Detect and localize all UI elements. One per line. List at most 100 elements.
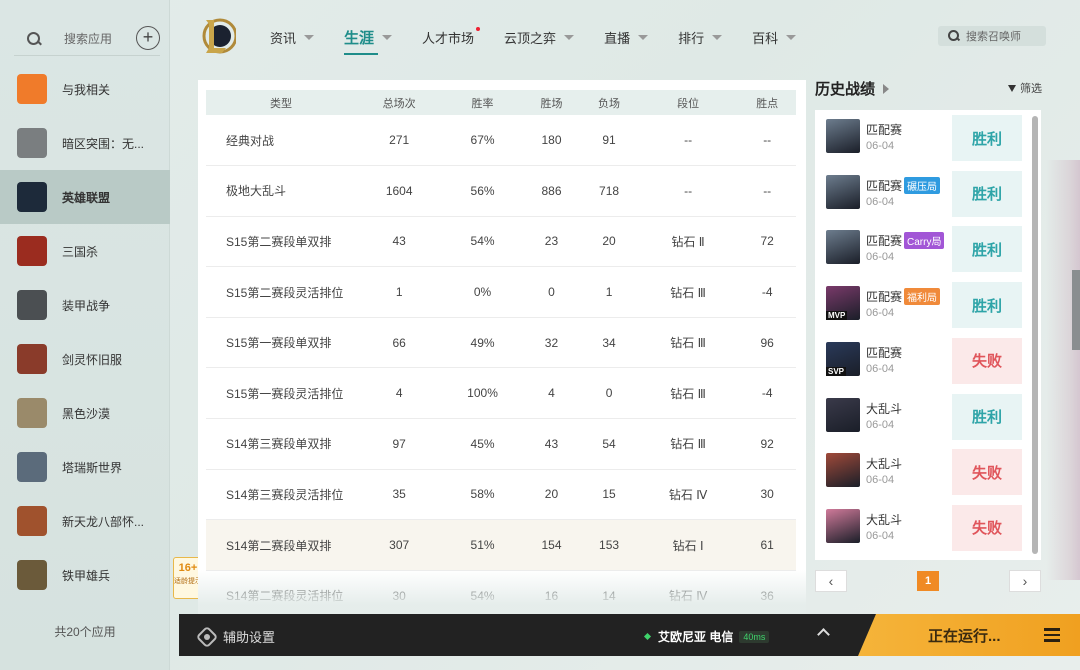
settings-icon xyxy=(195,625,219,648)
sidebar-item[interactable]: 塔瑞斯世界 xyxy=(0,440,170,494)
chevron-up-icon[interactable] xyxy=(817,628,830,641)
assist-settings-button[interactable]: 辅助设置 xyxy=(195,625,275,648)
champion-avatar xyxy=(826,453,860,488)
table-cell: 钻石 Ⅳ xyxy=(637,469,739,521)
match-mode: 大乱斗 xyxy=(866,511,902,528)
filter-icon xyxy=(1008,84,1016,92)
match-history-item[interactable]: 匹配赛 碾压局 06-04 胜利 xyxy=(815,166,1033,218)
match-mode-label: 匹配赛 xyxy=(866,345,903,360)
current-page[interactable]: 1 xyxy=(917,571,939,591)
match-date: 06-04 xyxy=(866,140,895,152)
table-row[interactable]: S14第二赛段单双排 307 51% 154 153 钻石 Ⅰ 61 xyxy=(206,519,796,571)
table-row[interactable]: S14第二赛段灵活排位 30 54% 16 14 钻石 Ⅳ 36 xyxy=(206,570,796,620)
match-history-item[interactable]: 大乱斗 06-04 失败 xyxy=(815,500,1033,552)
match-history-item[interactable]: SVP 匹配赛 06-04 失败 xyxy=(815,333,1033,385)
add-app-button[interactable]: + xyxy=(136,26,160,50)
game-icon xyxy=(17,290,47,320)
table-cell: 32 xyxy=(522,317,581,369)
match-tag: 福利局 xyxy=(904,288,941,306)
sidebar-item[interactable]: 三国杀 xyxy=(0,224,170,278)
filter-button[interactable]: 筛选 xyxy=(1008,80,1042,96)
match-history-item[interactable]: MVP 匹配赛 福利局 06-04 胜利 xyxy=(815,277,1033,329)
sidebar-item[interactable]: 新天龙八部怀... xyxy=(0,494,170,548)
table-row[interactable]: S15第二赛段灵活排位 1 0% 0 1 钻石 Ⅲ -4 xyxy=(206,266,796,318)
next-page-button[interactable]: › xyxy=(1009,570,1041,592)
nav-tab[interactable]: 直播 xyxy=(604,28,649,47)
match-history-item[interactable]: 匹配赛 Carry局 06-04 胜利 xyxy=(815,221,1033,273)
nav-tab-label: 资讯 xyxy=(270,30,297,46)
prev-page-button[interactable]: ‹ xyxy=(815,570,847,592)
table-cell: -- xyxy=(738,165,796,217)
champion-avatar xyxy=(826,397,860,432)
sidebar-item[interactable]: 暗区突围：无... xyxy=(0,116,170,170)
table-cell: 96 xyxy=(738,317,796,369)
match-result: 胜利 xyxy=(952,115,1022,161)
history-scrollbar[interactable] xyxy=(1032,116,1038,554)
match-mode: 匹配赛 xyxy=(866,344,902,361)
column-header: 胜点 xyxy=(738,90,796,115)
table-cell: S14第三赛段灵活排位 xyxy=(206,469,356,521)
history-title-text: 历史战绩 xyxy=(815,81,876,98)
app-search[interactable]: 搜索应用 + xyxy=(14,22,160,56)
table-row[interactable]: S14第三赛段单双排 97 45% 43 54 钻石 Ⅲ 92 xyxy=(206,418,796,470)
table-cell: 67% xyxy=(442,115,523,167)
table-cell: 154 xyxy=(522,519,581,571)
history-title[interactable]: 历史战绩 xyxy=(815,78,890,99)
related-icon xyxy=(17,74,47,104)
menu-icon[interactable] xyxy=(1044,628,1060,642)
table-row[interactable]: 经典对战 271 67% 180 91 -- -- xyxy=(206,115,796,167)
table-cell: 16 xyxy=(522,570,581,620)
match-result: 失败 xyxy=(952,449,1022,496)
table-cell: 34 xyxy=(580,317,638,369)
sidebar-item[interactable]: 与我相关 xyxy=(0,62,170,116)
nav-tab[interactable]: 生涯 xyxy=(344,27,393,55)
sidebar-item[interactable]: 铁甲雄兵 xyxy=(0,548,170,602)
match-date: 06-04 xyxy=(866,251,895,264)
column-header: 总场次 xyxy=(356,90,443,115)
nav-tab[interactable]: 资讯 xyxy=(270,28,315,47)
match-mode: 大乱斗 xyxy=(866,400,902,417)
match-history-item[interactable]: 大乱斗 06-04 失败 xyxy=(815,444,1033,496)
table-row[interactable]: 极地大乱斗 1604 56% 886 718 -- -- xyxy=(206,165,796,217)
match-history-item[interactable]: 匹配赛 06-04 胜利 xyxy=(815,110,1033,162)
summoner-search-input[interactable]: 搜索召唤师 xyxy=(938,26,1046,46)
bottom-bar: 辅助设置 艾欧尼亚 电信 40ms 正在运行... xyxy=(179,614,1080,656)
running-status-button[interactable]: 正在运行... xyxy=(858,614,1080,656)
sidebar-item-label: 三国杀 xyxy=(62,244,99,259)
nav-tab[interactable]: 排行 xyxy=(678,28,723,47)
table-cell: 91 xyxy=(580,115,638,167)
lol-logo-icon[interactable] xyxy=(200,16,238,56)
match-history-item[interactable]: 大乱斗 06-04 胜利 xyxy=(815,389,1033,441)
match-mode-label: 匹配赛 xyxy=(866,178,903,193)
table-cell: -- xyxy=(738,115,796,167)
window-scrollbar[interactable] xyxy=(1072,270,1080,350)
table-cell: S14第三赛段单双排 xyxy=(206,418,356,470)
table-row[interactable]: S15第一赛段灵活排位 4 100% 4 0 钻石 Ⅲ -4 xyxy=(206,367,796,420)
match-mode-label: 匹配赛 xyxy=(866,234,903,249)
table-row[interactable]: S14第三赛段灵活排位 35 58% 20 15 钻石 Ⅳ 30 xyxy=(206,469,796,521)
sidebar-item[interactable]: 英雄联盟 xyxy=(0,170,170,224)
nav-tab[interactable]: 百科 xyxy=(752,28,797,47)
table-cell: S14第二赛段单双排 xyxy=(206,519,356,571)
column-header: 类型 xyxy=(206,90,356,115)
table-cell: 15 xyxy=(580,469,638,521)
career-stats-panel: 类型 总场次 胜率 胜场 负场 段位 胜点 经典对战 271 67% 180 91 -- -- 极地大乱斗… xyxy=(198,80,806,620)
match-mode-label: 大乱斗 xyxy=(866,512,903,527)
sidebar-item[interactable]: 装甲战争 xyxy=(0,278,170,332)
sidebar-item-label: 铁甲雄兵 xyxy=(62,568,111,583)
match-result: 胜利 xyxy=(952,226,1022,273)
table-cell: 72 xyxy=(738,216,796,268)
table-row[interactable]: S15第二赛段单双排 43 54% 23 20 钻石 Ⅱ 72 xyxy=(206,216,796,268)
sidebar-item[interactable]: 黑色沙漠 xyxy=(0,386,170,440)
match-mode: 匹配赛 Carry局 xyxy=(866,232,945,250)
sidebar-item[interactable]: 剑灵怀旧服 xyxy=(0,332,170,386)
table-cell: -4 xyxy=(738,367,796,420)
server-status[interactable]: 艾欧尼亚 电信 40ms xyxy=(643,628,770,645)
nav-tab[interactable]: 人才市场 xyxy=(422,26,481,47)
match-tag: Carry局 xyxy=(904,232,945,250)
chevron-down-icon xyxy=(638,34,649,40)
nav-tab[interactable]: 云顶之弈 xyxy=(504,28,575,47)
table-row[interactable]: S15第一赛段单双排 66 49% 32 34 钻石 Ⅲ 96 xyxy=(206,317,796,369)
sidebar-item-label: 与我相关 xyxy=(62,82,111,97)
table-cell: 97 xyxy=(356,418,443,470)
